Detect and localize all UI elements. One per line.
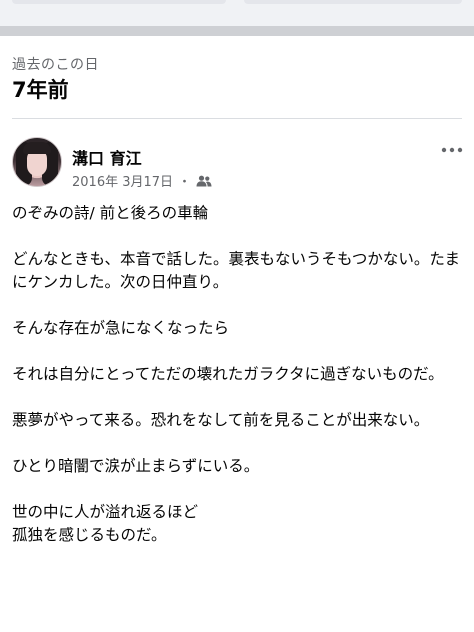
- avatar[interactable]: [12, 137, 62, 187]
- post-paragraph: ひとり暗闇で涙が止まらずにいる。: [12, 457, 260, 475]
- header-divider: [12, 118, 462, 119]
- post-paragraph: どんなときも、本音で話した。裏表もないうそもつかない。たまにケンカした。次の日仲…: [12, 250, 460, 291]
- section-divider: [0, 26, 474, 36]
- post-paragraph: 世の中に人が溢れ返るほど 孤独を感じるものだ。: [12, 503, 199, 544]
- post-date[interactable]: 2016年 3月17日: [72, 171, 173, 190]
- post-paragraph: のぞみの詩/ 前と後ろの車輪: [12, 204, 209, 222]
- years-ago-title: 7年前: [12, 78, 69, 102]
- post-paragraph: それは自分にとってただの壊れたガラクタに過ぎないものだ。: [12, 365, 444, 383]
- top-left-button[interactable]: [12, 0, 226, 4]
- more-options-icon[interactable]: [440, 142, 464, 158]
- top-right-button[interactable]: [244, 0, 462, 4]
- post-meta: 2016年 3月17日 ・: [72, 171, 212, 190]
- post-author-name[interactable]: 溝口 育江: [72, 145, 142, 169]
- post-paragraph: そんな存在が急になくなったら: [12, 319, 230, 337]
- top-strip: [0, 0, 474, 26]
- meta-separator: ・: [178, 175, 192, 190]
- post-paragraph: 悪夢がやって来る。恐れをなして前を見ることが出来ない。: [12, 411, 430, 429]
- memories-section-label: 過去のこの日: [12, 57, 99, 73]
- friends-icon[interactable]: [196, 175, 212, 187]
- post-body: のぞみの詩/ 前と後ろの車輪 どんなときも、本音で話した。裏表もないうそもつかな…: [12, 202, 464, 570]
